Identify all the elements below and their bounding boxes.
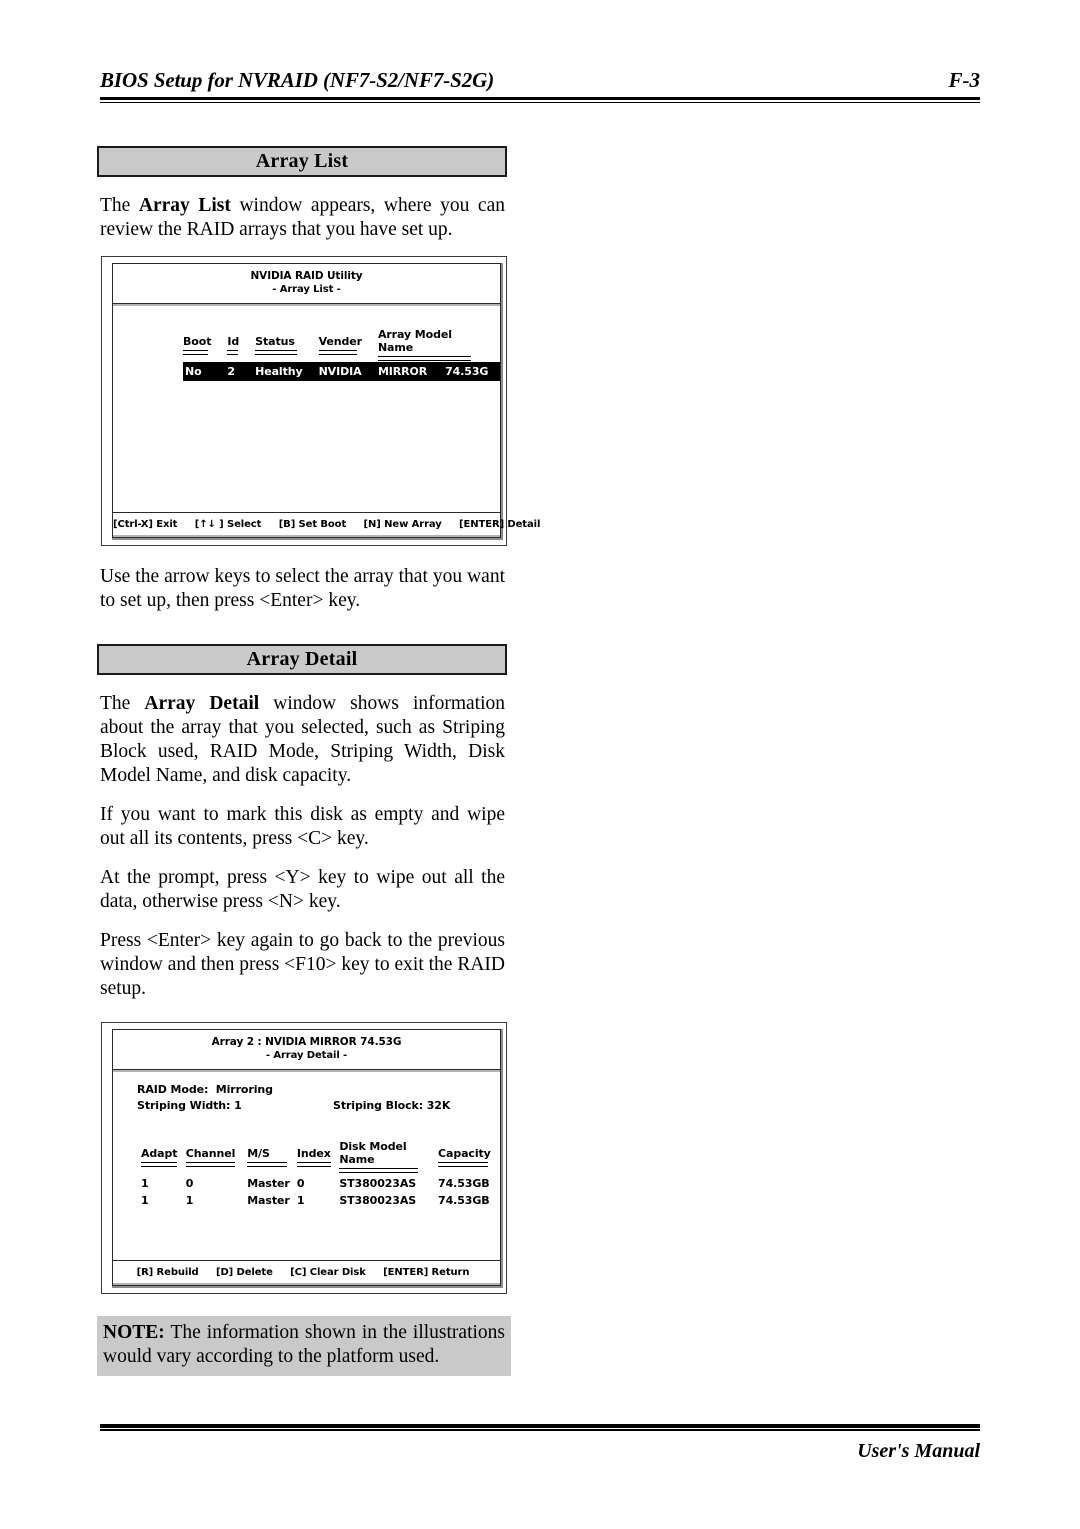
bios-title-line1: NVIDIA RAID Utility (250, 270, 363, 282)
running-head-title: BIOS Setup for NVRAID (NF7-S2/NF7-S2G) (100, 68, 495, 92)
key-hint-delete[interactable]: [D] Delete (216, 1267, 273, 1278)
key-hint-set-boot[interactable]: [B] Set Boot (279, 519, 347, 530)
note-block: NOTE: The information shown in the illus… (97, 1316, 511, 1376)
section-bar-array-list-label: Array List (255, 150, 349, 172)
cell-index: 1 (296, 1194, 305, 1207)
header-underline (141, 1161, 177, 1167)
cell-adapt: 1 (141, 1177, 149, 1190)
note-prefix: NOTE: (103, 1322, 165, 1343)
cell-ms: Master (247, 1194, 290, 1207)
key-hint-exit[interactable]: [Ctrl-X] Exit (113, 519, 177, 530)
paragraph-wipe-disk: If you want to mark this disk as empty a… (100, 804, 505, 849)
paragraph-exit-setup: Press <Enter> key again to go back to th… (100, 930, 505, 999)
info-row-striping: Striping Width: 1 Striping Block: 32K (137, 1098, 450, 1114)
bios-title-array-list: NVIDIA RAID Utility - Array List - (113, 264, 500, 304)
table-row[interactable]: 1 1 Master 1 ST380023AS 74.53GB (141, 1191, 500, 1208)
bios-body-array-detail: RAID Mode: Mirroring Striping Width: 1 St… (113, 1070, 500, 1260)
label-striping-block: Striping Block: (333, 1099, 424, 1112)
figure-array-detail: Array 2 : NVIDIA MIRROR 74.53G - Array D… (101, 1022, 507, 1294)
array-detail-info: RAID Mode: Mirroring Striping Width: 1 St… (137, 1082, 450, 1114)
cell-channel: 0 (185, 1177, 194, 1190)
header-underline (183, 349, 208, 355)
section-bar-array-detail-label: Array Detail (246, 648, 358, 670)
cell-index: 0 (296, 1177, 305, 1190)
header-underline (185, 1161, 235, 1167)
cell-capacity: 74.53G (445, 362, 500, 381)
key-hint-clear-disk[interactable]: [C] Clear Disk (290, 1267, 366, 1278)
table-header-row: Boot Id Status Vender Array Model Name (183, 328, 500, 362)
key-hint-new-array[interactable]: [N] New Array (364, 519, 442, 530)
bios-footer-array-detail: [R] Rebuild [D] Delete [C] Clear Disk [E… (113, 1260, 500, 1285)
cell-capacity: 74.53GB (438, 1194, 490, 1207)
paragraph-prompt: At the prompt, press <Y> key to wipe out… (100, 867, 505, 912)
section-bar-array-list: Array List (97, 146, 507, 177)
column-header-disk-model-name: Disk Model Name (339, 1140, 438, 1174)
cell-boot: No (183, 362, 228, 381)
array-detail-table: Adapt Channel M/S Index Disk Model Name … (141, 1140, 500, 1208)
array-list-table: Boot Id Status Vender Array Model Name N… (183, 328, 500, 381)
column-header-boot: Boot (183, 328, 227, 362)
bios-title-array-detail: Array 2 : NVIDIA MIRROR 74.53G - Array D… (113, 1030, 500, 1070)
cell-model: ST380023AS (339, 1194, 417, 1207)
header-underline (227, 349, 238, 355)
paragraph-array-detail-intro: The Array Detail window shows informatio… (100, 693, 506, 786)
value-raid-mode: Mirroring (215, 1083, 273, 1096)
header-underline (255, 349, 297, 355)
cell-ms: Master (247, 1177, 290, 1190)
key-hint-return[interactable]: [ENTER] Return (383, 1267, 469, 1278)
paragraph-array-list-intro: The Array List window appears, where you… (100, 195, 505, 240)
header-underline (438, 1161, 488, 1167)
cell-vender: NVIDIA (318, 362, 378, 381)
table-header-row: Adapt Channel M/S Index Disk Model Name … (141, 1140, 500, 1174)
bios-title-line1: Array 2 : NVIDIA MIRROR 74.53G (211, 1036, 402, 1048)
label-striping-width: Striping Width: (137, 1099, 231, 1112)
bios-window-array-detail: Array 2 : NVIDIA MIRROR 74.53G - Array D… (112, 1029, 501, 1286)
manual-page: BIOS Setup for NVRAID (NF7-S2/NF7-S2G) F… (0, 0, 1080, 1529)
cell-adapt: 1 (141, 1194, 149, 1207)
striping-width-group: Striping Width: 1 (137, 1098, 333, 1114)
cell-channel: 1 (185, 1194, 194, 1207)
key-hint-select[interactable]: [↑↓ ] Select (195, 519, 262, 530)
bios-window-array-list: NVIDIA RAID Utility - Array List - Boot … (112, 263, 540, 538)
running-head: BIOS Setup for NVRAID (NF7-S2/NF7-S2G) F… (100, 68, 980, 93)
bios-body-array-list: Boot Id Status Vender Array Model Name N… (113, 304, 500, 512)
header-underline (377, 356, 472, 361)
column-header-adapt: Adapt (141, 1140, 186, 1174)
key-hint-detail[interactable]: [ENTER] Detail (459, 519, 540, 530)
label-raid-mode: RAID Mode: (137, 1083, 209, 1096)
header-underline (339, 1168, 419, 1173)
bios-footer-array-list: [Ctrl-X] Exit [↑↓ ] Select [B] Set Boot … (113, 512, 540, 537)
bios-title-line2: - Array Detail - (265, 1050, 348, 1061)
column-header-ms: M/S (247, 1140, 297, 1174)
cell-id: 2 (227, 362, 256, 381)
table-row[interactable]: No 2 Healthy NVIDIA MIRROR 74.53G (183, 362, 500, 381)
column-header-status: Status (255, 328, 318, 362)
footer-rule (100, 1424, 980, 1431)
column-header-index: Index (296, 1140, 339, 1174)
footer-text: User's Manual (857, 1440, 980, 1462)
column-header-array-model-name: Array Model Name (377, 328, 500, 362)
header-underline (247, 1161, 287, 1167)
info-row-raid-mode: RAID Mode: Mirroring (137, 1082, 450, 1098)
cell-status: Healthy (255, 362, 319, 381)
value-striping-block: 32K (426, 1099, 451, 1112)
header-underline (296, 1161, 331, 1167)
column-header-channel: Channel (185, 1140, 247, 1174)
table-row[interactable]: 1 0 Master 0 ST380023AS 74.53GB (141, 1174, 500, 1191)
bios-title-line2: - Array List - (272, 284, 341, 295)
header-rule (100, 97, 980, 103)
section-bar-array-detail: Array Detail (97, 644, 507, 675)
cell-array-model-name: MIRROR (377, 362, 446, 381)
header-underline (318, 349, 357, 355)
figure-array-list: NVIDIA RAID Utility - Array List - Boot … (101, 256, 540, 546)
column-header-vender: Vender (318, 328, 378, 362)
column-header-id: Id (227, 328, 255, 362)
column-header-capacity: Capacity (438, 1140, 500, 1174)
paragraph-select-array: Use the arrow keys to select the array t… (100, 566, 505, 611)
key-hint-rebuild[interactable]: [R] Rebuild (137, 1267, 199, 1278)
value-striping-width: 1 (234, 1099, 242, 1112)
page-number: F-3 (948, 68, 981, 92)
cell-capacity: 74.53GB (438, 1177, 490, 1190)
cell-model: ST380023AS (339, 1177, 417, 1190)
